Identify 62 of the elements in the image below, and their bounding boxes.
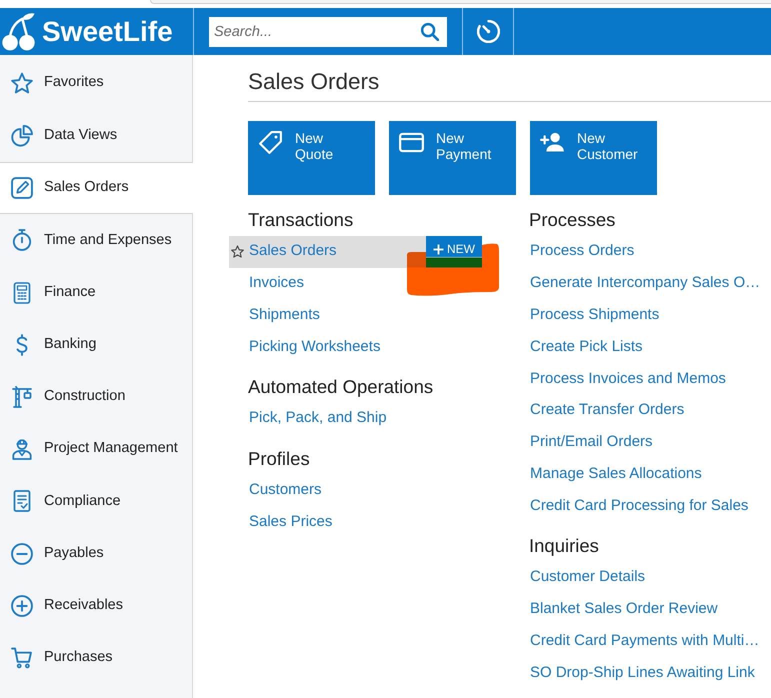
nav-link[interactable]: Create Pick Lists xyxy=(530,336,643,358)
nav-link[interactable]: Pick, Pack, and Ship xyxy=(249,407,387,430)
section-heading: Profiles xyxy=(248,446,310,471)
nav-link[interactable]: Generate Intercompany Sales O… xyxy=(530,272,760,295)
section-heading: Processes xyxy=(529,208,616,232)
nav-link[interactable]: Process Orders xyxy=(530,240,634,263)
timer-icon[interactable] xyxy=(476,20,500,43)
sidebar-item[interactable]: Project Management xyxy=(0,423,193,476)
pencil-square-icon xyxy=(11,177,33,200)
search-field[interactable]: Search... xyxy=(209,16,447,46)
sidebar-item[interactable]: Finance xyxy=(0,266,193,319)
sidebar-item[interactable]: Banking xyxy=(0,318,193,371)
nav-link[interactable]: Invoices xyxy=(249,272,304,295)
cherry-icon xyxy=(2,12,35,51)
calculator-icon xyxy=(11,282,33,304)
crane-icon xyxy=(11,386,33,408)
worker-icon xyxy=(11,438,33,460)
nav-link[interactable]: Customer Details xyxy=(530,566,646,589)
nav-link[interactable]: Sales Prices xyxy=(249,510,332,534)
page-title: Sales Orders xyxy=(248,69,380,95)
nav-link[interactable]: SO Drop-Ship Lines Awaiting Link xyxy=(530,662,755,684)
plus-circle-icon xyxy=(11,594,33,617)
logo-text: SweetLife xyxy=(42,18,173,46)
sidebar-item[interactable]: Sales Orders xyxy=(0,162,193,214)
sidebar-item[interactable]: Favorites xyxy=(0,55,193,110)
quick-action-tile[interactable]: New Quote xyxy=(248,121,375,195)
search-icon[interactable] xyxy=(421,22,439,40)
star-icon xyxy=(11,72,33,94)
nav-link[interactable]: Manage Sales Allocations xyxy=(530,463,702,486)
nav-link[interactable]: Customers xyxy=(249,479,322,502)
nav-link[interactable]: Credit Card Payments with Multi… xyxy=(530,630,760,652)
new-button[interactable]: NEW xyxy=(426,236,482,258)
plus-icon xyxy=(433,244,444,256)
sidebar-item[interactable]: Payables xyxy=(0,528,193,580)
sidebar-item[interactable]: Compliance xyxy=(0,475,193,528)
nav-link[interactable]: Shipments xyxy=(249,304,320,327)
quick-action-tile[interactable]: New Payment xyxy=(389,121,516,195)
nav-link[interactable]: Picking Worksheets xyxy=(249,336,380,358)
section-heading: Automated Operations xyxy=(248,375,434,399)
sidebar-item[interactable]: Receivables xyxy=(0,580,193,632)
sidebar-item[interactable]: Time and Expenses xyxy=(0,214,193,267)
nav-link[interactable]: Blanket Sales Order Review xyxy=(530,598,718,621)
tag-icon xyxy=(258,131,283,154)
cart-icon xyxy=(11,646,33,669)
quick-action-tile[interactable]: New Customer xyxy=(530,121,657,195)
nav-link[interactable]: Create Transfer Orders xyxy=(530,399,684,422)
section-heading: Inquiries xyxy=(529,534,599,558)
nav-link[interactable]: Credit Card Processing for Sales xyxy=(530,494,748,518)
sidebar-item[interactable]: Construction xyxy=(0,370,193,424)
minus-circle-icon xyxy=(11,542,33,565)
nav-link[interactable]: Process Invoices and Memos xyxy=(530,368,726,390)
pie-chart-icon xyxy=(11,125,33,148)
sidebar-item[interactable]: Purchases xyxy=(0,632,193,684)
section-heading: Transactions xyxy=(248,208,354,232)
nav-link[interactable]: Process Shipments xyxy=(530,304,660,327)
stopwatch-icon xyxy=(11,229,33,252)
star-icon[interactable] xyxy=(231,245,244,258)
checklist-icon xyxy=(11,490,33,512)
card-icon xyxy=(399,131,424,154)
nav-link[interactable]: Print/Email Orders xyxy=(530,431,653,454)
nav-link[interactable]: Sales Orders xyxy=(249,240,337,263)
add-user-icon xyxy=(540,131,565,154)
